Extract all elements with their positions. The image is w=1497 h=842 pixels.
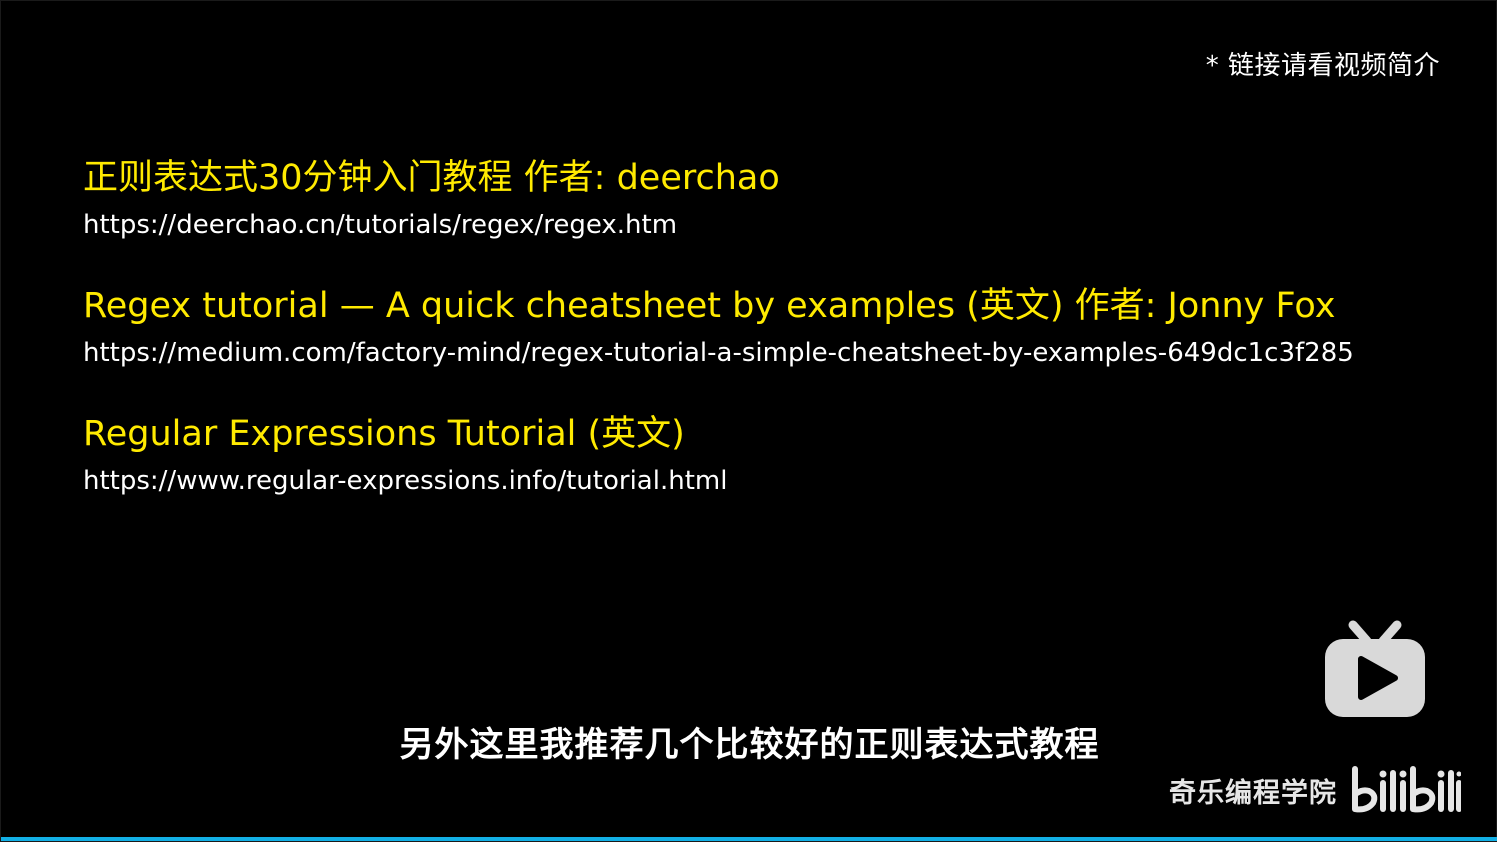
video-progress-fill bbox=[1, 837, 1497, 841]
channel-name: 奇乐编程学院 bbox=[1169, 777, 1337, 809]
bilibili-tv-play-icon bbox=[1325, 620, 1425, 717]
video-subtitle: 另外这里我推荐几个比较好的正则表达式教程 bbox=[399, 725, 1100, 765]
resource-title: 正则表达式30分钟入门教程 作者: deerchao bbox=[83, 158, 780, 198]
resource-list: 正则表达式30分钟入门教程 作者: deerchao https://deerc… bbox=[83, 151, 1423, 535]
bilibili-logo-icon bbox=[1352, 766, 1461, 813]
resource-url: https://medium.com/factory-mind/regex-tu… bbox=[83, 338, 1354, 368]
resource-title: Regular Expressions Tutorial (英文) bbox=[83, 414, 685, 454]
slide-note: * 链接请看视频简介 bbox=[1205, 51, 1440, 81]
resource-url: https://deerchao.cn/tutorials/regex/rege… bbox=[83, 210, 678, 240]
channel-watermark: 奇乐编程学院 bbox=[1169, 765, 1461, 815]
resource-item: 正则表达式30分钟入门教程 作者: deerchao https://deerc… bbox=[83, 151, 1423, 245]
resource-url: https://www.regular-expressions.info/tut… bbox=[83, 466, 728, 496]
video-frame: * 链接请看视频简介 正则表达式30分钟入门教程 作者: deerchao ht… bbox=[0, 0, 1497, 842]
video-progress-bar[interactable] bbox=[1, 837, 1497, 841]
resource-title: Regex tutorial — A quick cheatsheet by e… bbox=[83, 286, 1336, 326]
resource-item: Regex tutorial — A quick cheatsheet by e… bbox=[83, 279, 1423, 373]
resource-item: Regular Expressions Tutorial (英文) https:… bbox=[83, 407, 1423, 501]
